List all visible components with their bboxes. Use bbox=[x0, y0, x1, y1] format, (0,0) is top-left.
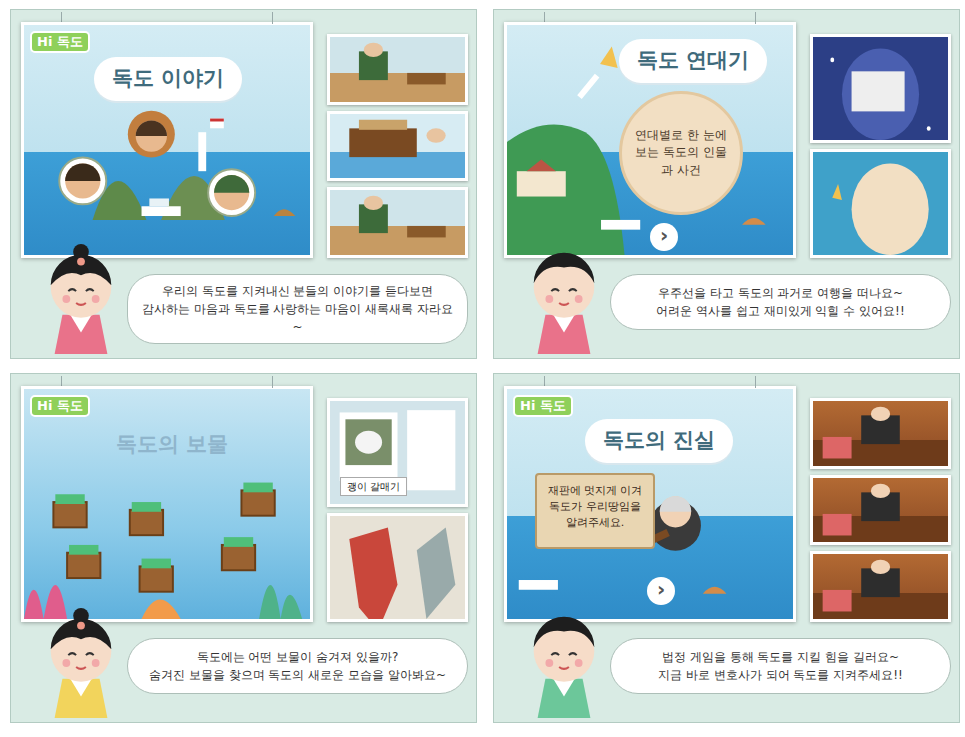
screen-frame: Hi 독도독도 이야기 bbox=[21, 12, 313, 258]
screen-caption: 재판에 멋지게 이겨 독도가 우리땅임을 알려주세요. bbox=[535, 473, 655, 549]
feature-panel: 독도 연대기연대별로 한 눈에 보는 독도의 인물과 사건 › 우주선을 타고 독도… bbox=[493, 9, 960, 359]
screen-title: 독도의 보물 bbox=[98, 423, 246, 467]
thumbnail-stack bbox=[810, 12, 951, 258]
app-screen: 독도 연대기연대별로 한 눈에 보는 독도의 인물과 사건 › bbox=[504, 22, 796, 258]
map-thumbnail-icon bbox=[330, 516, 465, 619]
app-screen: Hi 독도독도의 진실재판에 멋지게 이겨 독도가 우리땅임을 알려주세요. › bbox=[504, 386, 796, 622]
screenshot-thumbnail bbox=[810, 398, 951, 469]
screen-frame: Hi 독도독도의 보물 bbox=[21, 376, 313, 622]
thumbnail-stack bbox=[810, 376, 951, 622]
court-thumbnail-icon bbox=[813, 554, 948, 619]
girl-character-icon bbox=[37, 238, 125, 356]
screenshot-thumbnail bbox=[327, 111, 468, 182]
screenshot-thumbnail bbox=[810, 551, 951, 622]
treasure-scene-icon bbox=[24, 389, 310, 619]
panel-top: Hi 독도독도 이야기 bbox=[21, 12, 468, 258]
thumbnail-stack: 괭이 갈매기 bbox=[327, 376, 468, 622]
speech-line: 우리의 독도를 지켜내신 분들의 이야기를 듣다보면 bbox=[138, 282, 457, 300]
screen-caption: 연대별로 한 눈에 보는 독도의 인물과 사건 bbox=[619, 91, 743, 215]
app-screen: Hi 독도독도의 보물 bbox=[21, 386, 313, 622]
feature-panel: Hi 독도독도의 보물괭이 갈매기독도에는 어떤 보물이 숨겨져 있을까?숨겨진… bbox=[10, 373, 477, 723]
panel-top: 독도 연대기연대별로 한 눈에 보는 독도의 인물과 사건 › bbox=[504, 12, 951, 258]
app-logo: Hi 독도 bbox=[513, 395, 573, 417]
boy-character-icon bbox=[520, 238, 608, 356]
screenshot-thumbnail bbox=[327, 187, 468, 258]
screen-title: 독도 이야기 bbox=[94, 57, 242, 101]
screenshot-thumbnail bbox=[327, 513, 468, 622]
speech-line: 법정 게임을 통해 독도를 지킬 힘을 길러요~ bbox=[621, 648, 940, 666]
speech-line: 지금 바로 변호사가 되어 독도를 지켜주세요!! bbox=[621, 666, 940, 684]
room-thumbnail-icon bbox=[330, 37, 465, 102]
speech-bubble: 독도에는 어떤 보물이 숨겨져 있을까?숨겨진 보물을 찾으며 독도의 새로운 … bbox=[127, 638, 468, 694]
speech-line: 우주선을 타고 독도의 과거로 여행을 떠나요~ bbox=[621, 284, 940, 302]
speech-bubble: 법정 게임을 통해 독도를 지킬 힘을 길러요~지금 바로 변호사가 되어 독도… bbox=[610, 638, 951, 694]
speech-line: 어려운 역사를 쉽고 재미있게 익힐 수 있어요!! bbox=[621, 302, 940, 320]
girl-character-icon bbox=[37, 602, 125, 720]
screen-frame: 독도 연대기연대별로 한 눈에 보는 독도의 인물과 사건 › bbox=[504, 12, 796, 258]
screenshot-thumbnail: 괭이 갈매기 bbox=[327, 398, 468, 507]
screenshot-thumbnail bbox=[810, 34, 951, 143]
court-thumbnail-icon bbox=[813, 478, 948, 543]
screenshot-thumbnail bbox=[810, 149, 951, 258]
speech-bubble: 우리의 독도를 지켜내신 분들의 이야기를 듣다보면감사하는 마음과 독도를 사… bbox=[127, 274, 468, 344]
panel-top: Hi 독도독도의 보물괭이 갈매기 bbox=[21, 376, 468, 622]
next-button[interactable]: › bbox=[647, 577, 675, 605]
court-thumbnail-icon bbox=[813, 401, 948, 466]
screen-title: 독도 연대기 bbox=[619, 39, 767, 83]
app-logo: Hi 독도 bbox=[30, 395, 90, 417]
next-button[interactable]: › bbox=[650, 223, 678, 251]
ship-thumbnail-icon bbox=[330, 114, 465, 179]
screenshot-thumbnail bbox=[810, 475, 951, 546]
promo-sheet: Hi 독도독도 이야기우리의 독도를 지켜내신 분들의 이야기를 듣다보면감사하… bbox=[0, 0, 965, 723]
boy-character-icon bbox=[520, 602, 608, 720]
app-logo: Hi 독도 bbox=[30, 31, 90, 53]
space2-thumbnail-icon bbox=[813, 152, 948, 255]
speech-line: 숨겨진 보물을 찾으며 독도의 새로운 모습을 알아봐요~ bbox=[138, 666, 457, 684]
feature-panel: Hi 독도독도의 진실재판에 멋지게 이겨 독도가 우리땅임을 알려주세요. › 법… bbox=[493, 373, 960, 723]
thumbnail-caption: 괭이 갈매기 bbox=[340, 477, 407, 496]
speech-line: 감사하는 마음과 독도를 사랑하는 마음이 새록새록 자라요~ bbox=[138, 300, 457, 336]
space-thumbnail-icon bbox=[813, 37, 948, 140]
speech-bubble: 우주선을 타고 독도의 과거로 여행을 떠나요~어려운 역사를 쉽고 재미있게 … bbox=[610, 274, 951, 330]
speech-line: 독도에는 어떤 보물이 숨겨져 있을까? bbox=[138, 648, 457, 666]
screen-title: 독도의 진실 bbox=[585, 419, 733, 463]
thumbnail-stack bbox=[327, 12, 468, 258]
app-screen: Hi 독도독도 이야기 bbox=[21, 22, 313, 258]
feature-panel: Hi 독도독도 이야기우리의 독도를 지켜내신 분들의 이야기를 듣다보면감사하… bbox=[10, 9, 477, 359]
room-thumbnail-icon bbox=[330, 190, 465, 255]
panel-top: Hi 독도독도의 진실재판에 멋지게 이겨 독도가 우리땅임을 알려주세요. › bbox=[504, 376, 951, 622]
screenshot-thumbnail bbox=[327, 34, 468, 105]
screen-frame: Hi 독도독도의 진실재판에 멋지게 이겨 독도가 우리땅임을 알려주세요. › bbox=[504, 376, 796, 622]
